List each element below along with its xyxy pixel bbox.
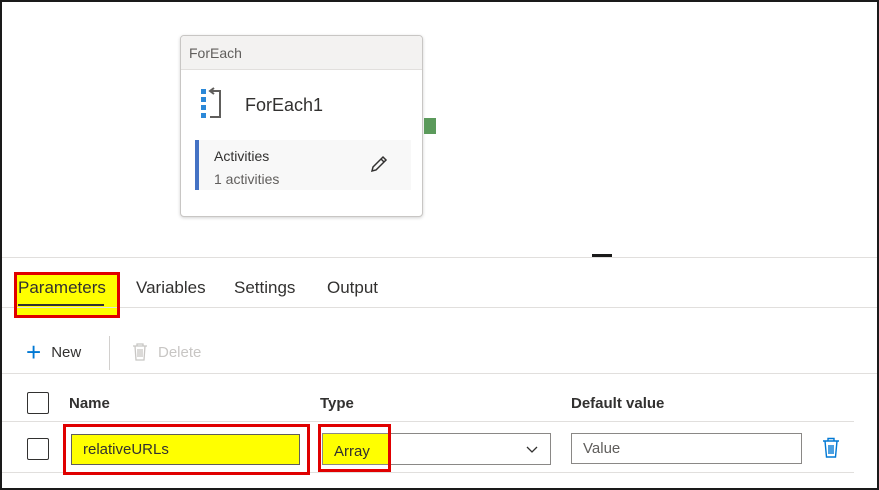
table-row: Array [2, 423, 854, 473]
parameter-name-input[interactable] [71, 434, 300, 465]
trash-icon [133, 343, 147, 361]
selected-tab-indicator [18, 304, 104, 306]
properties-tab-bar: Parameters Variables Settings Output [2, 258, 877, 308]
chevron-down-icon [526, 446, 538, 453]
tab-output[interactable]: Output [327, 278, 378, 298]
output-port[interactable] [424, 118, 436, 134]
column-header-default-value: Default value [571, 395, 665, 412]
foreach-activity-card[interactable]: ForEach ForEach1 Activities 1 activities [180, 35, 423, 217]
row-checkbox[interactable] [27, 438, 49, 460]
new-parameter-button[interactable]: + New [26, 330, 81, 374]
column-header-type: Type [320, 395, 354, 412]
trash-icon[interactable] [822, 437, 840, 459]
plus-icon: + [26, 337, 42, 367]
foreach-icon [201, 87, 221, 118]
activities-count: 1 activities [214, 171, 280, 187]
column-header-name: Name [69, 395, 110, 412]
delete-button-label: Delete [158, 343, 202, 361]
activity-type-label: ForEach [181, 36, 422, 70]
activity-name[interactable]: ForEach1 [245, 95, 323, 116]
parameters-table-header: Name Type Default value [2, 384, 854, 422]
tab-parameters[interactable]: Parameters [18, 278, 106, 306]
parameter-type-select[interactable]: Array [322, 433, 551, 465]
toolbar-separator [109, 336, 110, 370]
tab-variables[interactable]: Variables [136, 278, 206, 298]
activities-title: Activities [214, 148, 270, 164]
tab-settings[interactable]: Settings [234, 278, 295, 298]
inner-activities-box[interactable]: Activities 1 activities [195, 140, 411, 190]
parameters-toolbar: + New Delete [2, 330, 877, 374]
delete-parameter-button[interactable]: Delete [132, 330, 201, 374]
pencil-icon[interactable] [369, 154, 389, 174]
select-all-checkbox[interactable] [27, 392, 49, 414]
parameter-type-value: Array [323, 434, 391, 464]
tab-parameters-label: Parameters [18, 278, 106, 297]
pipeline-canvas[interactable]: ForEach ForEach1 Activities 1 activities [2, 2, 877, 256]
default-value-input[interactable] [571, 433, 802, 464]
new-button-label: New [51, 343, 82, 361]
